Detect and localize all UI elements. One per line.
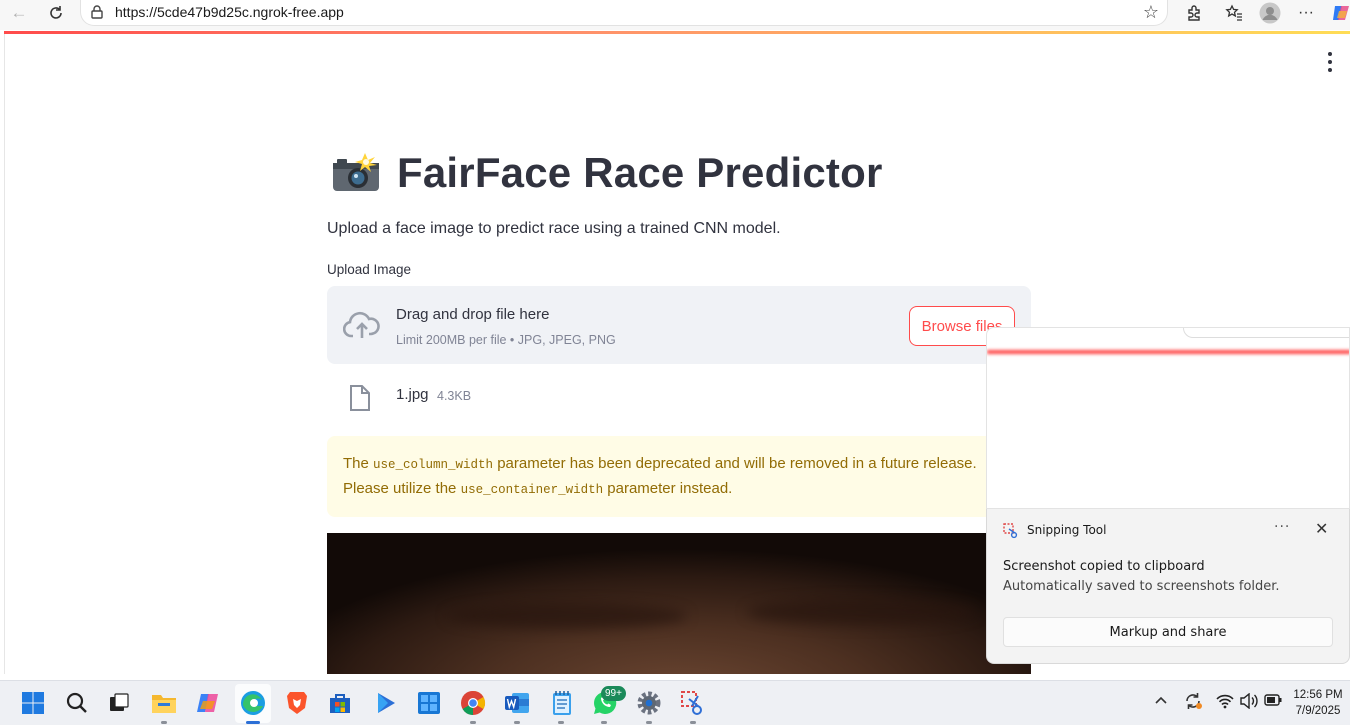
page-header: FairFace Race Predictor: [331, 149, 883, 197]
search-icon[interactable]: [64, 690, 90, 716]
browser-menu-icon[interactable]: ···: [1293, 2, 1319, 24]
task-view-icon[interactable]: [106, 690, 132, 716]
whatsapp-unread-badge: 99+: [601, 686, 626, 701]
notification-title: Screenshot copied to clipboard: [1003, 559, 1205, 574]
back-icon[interactable]: ←: [6, 2, 32, 24]
file-size: 4.3KB: [437, 389, 472, 403]
clock-time: 12:56 PM: [1293, 689, 1343, 701]
preview-edge: [1183, 328, 1349, 338]
notification-more-icon[interactable]: ···: [1274, 519, 1290, 535]
notification-close-icon[interactable]: ✕: [1315, 519, 1328, 538]
file-name: 1.jpg: [396, 386, 429, 403]
deprecation-warning: The use_column_width parameter has been …: [327, 436, 1031, 517]
snipping-running-indicator: [690, 721, 696, 724]
profile-avatar[interactable]: [1257, 2, 1283, 24]
warning-code-1: use_column_width: [373, 458, 494, 472]
upload-label: Upload Image: [327, 262, 412, 277]
snipping-tool-icon: [1003, 523, 1019, 539]
screenshot-preview[interactable]: [986, 327, 1350, 509]
page-title: FairFace Race Predictor: [397, 149, 883, 196]
whatsapp-running-indicator: [601, 721, 607, 724]
uploaded-face-image: [327, 533, 1031, 674]
microsoft-store-icon[interactable]: [327, 690, 353, 716]
favorites-icon[interactable]: [1221, 2, 1247, 24]
page-subtitle: Upload a face image to predict race usin…: [327, 220, 781, 237]
markup-and-share-button[interactable]: Markup and share: [1003, 617, 1333, 647]
snipping-tool-taskbar-icon[interactable]: [680, 690, 706, 716]
notepad-icon[interactable]: [549, 690, 575, 716]
camera-with-flash-icon: [331, 153, 381, 193]
image-eyebrow-left: [447, 603, 687, 629]
chrome-running-indicator: [470, 721, 476, 724]
warning-code-2: use_container_width: [460, 483, 604, 497]
media-player-icon[interactable]: [372, 690, 398, 716]
image-eyebrow-right: [747, 599, 977, 625]
settings-icon[interactable]: [636, 690, 662, 716]
snipping-tool-notification: Snipping Tool ··· ✕ Screenshot copied to…: [986, 509, 1350, 664]
copilot-app-icon[interactable]: [195, 690, 221, 716]
extensions-icon[interactable]: [1181, 2, 1207, 24]
preview-red-line: [987, 350, 1349, 354]
start-windows-icon[interactable]: [20, 690, 46, 716]
word-running-indicator: [514, 721, 520, 724]
cloud-upload-icon: [342, 310, 381, 340]
file-icon: [349, 385, 371, 411]
system-clock[interactable]: 12:56 PM 7/9/2025: [1290, 687, 1346, 719]
explorer-running-indicator: [161, 721, 167, 724]
show-hidden-icons-chevron-icon[interactable]: [1154, 693, 1168, 710]
refresh-icon[interactable]: [43, 2, 69, 24]
main-menu-icon[interactable]: [1326, 52, 1334, 72]
file-dropzone[interactable]: Drag and drop file here Limit 200MB per …: [327, 286, 1031, 364]
notification-body: Automatically saved to screenshots folde…: [1003, 579, 1280, 594]
warning-text-3: parameter instead.: [603, 480, 733, 497]
windows-taskbar: 99+ 12:56 PM 7/9/2025: [0, 680, 1350, 725]
url-text[interactable]: https://5cde47b9d25c.ngrok-free.app: [115, 4, 344, 20]
dropzone-instructions: Drag and drop file here: [396, 306, 550, 323]
uploaded-file-row: 1.jpg 4.3KB: [327, 379, 1031, 415]
windows-app-icon[interactable]: [416, 690, 442, 716]
settings-running-indicator: [646, 721, 652, 724]
notification-app-name: Snipping Tool: [1027, 523, 1107, 537]
favorite-star-icon[interactable]: ☆: [1143, 2, 1159, 23]
clock-date: 7/9/2025: [1295, 705, 1341, 717]
warning-text-1: The: [343, 455, 374, 472]
file-explorer-icon[interactable]: [151, 690, 177, 716]
wifi-icon[interactable]: [1216, 693, 1234, 712]
browser-toolbar: ← https://5cde47b9d25c.ngrok-free.app ☆ …: [0, 0, 1350, 30]
lock-icon: [91, 5, 103, 19]
notepad-running-indicator: [558, 721, 564, 724]
chrome-icon[interactable]: [460, 690, 486, 716]
dropzone-limit-text: Limit 200MB per file • JPG, JPEG, PNG: [396, 333, 616, 347]
volume-icon[interactable]: [1240, 692, 1258, 712]
brave-browser-icon[interactable]: [284, 690, 310, 716]
copilot-icon[interactable]: [1328, 2, 1350, 24]
word-icon[interactable]: [504, 690, 530, 716]
edge-browser-icon[interactable]: [240, 690, 266, 716]
address-bar[interactable]: https://5cde47b9d25c.ngrok-free.app ☆: [80, 0, 1168, 26]
sync-icon[interactable]: [1184, 692, 1202, 713]
edge-active-indicator: [246, 721, 260, 724]
battery-icon[interactable]: [1264, 693, 1282, 710]
